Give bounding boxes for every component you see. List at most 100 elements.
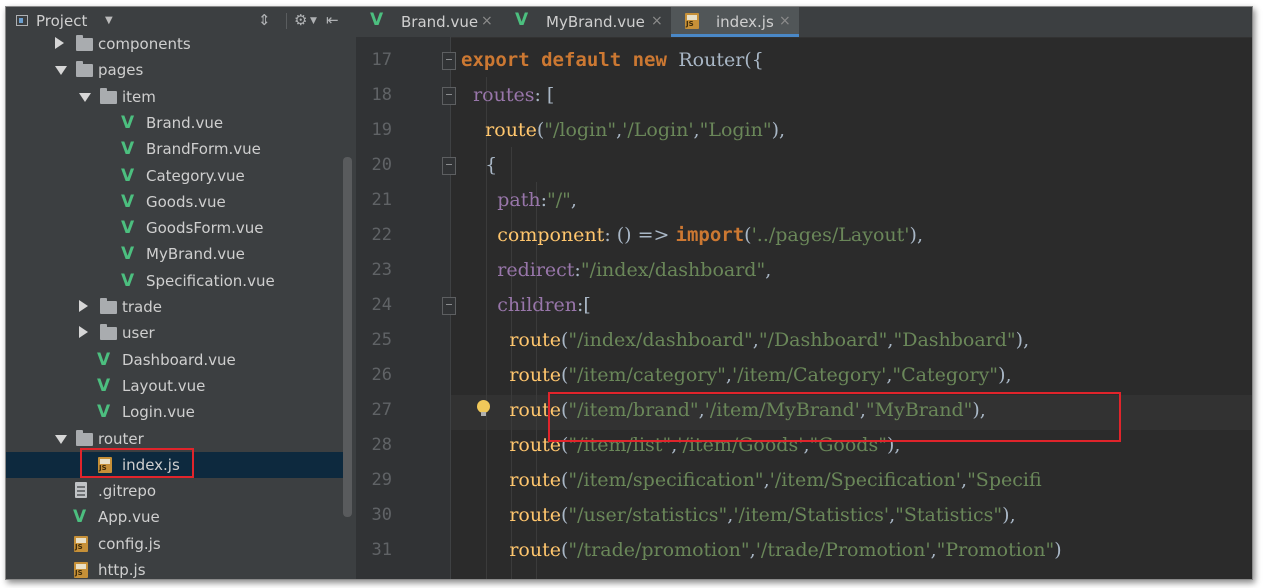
- close-icon[interactable]: ×: [481, 13, 493, 29]
- fold-marker-icon[interactable]: [442, 87, 456, 105]
- code-editor[interactable]: VBrand.vue×VMyBrand.vue×index.js× 17expo…: [356, 7, 1252, 579]
- code-token: "Dashboard": [893, 329, 1016, 351]
- file-icon: [75, 482, 87, 499]
- close-icon[interactable]: ×: [651, 13, 663, 29]
- code-token: routes: [473, 84, 535, 106]
- tree-item-label: Category.vue: [146, 166, 245, 185]
- code-line: redirect:"/index/dashboard",: [461, 253, 771, 288]
- code-token: ),: [998, 364, 1012, 386]
- collapse-all-icon[interactable]: ⇕: [258, 11, 271, 29]
- gear-dropdown-icon[interactable]: ▼: [310, 16, 317, 26]
- code-token: "Statistics": [895, 504, 1003, 526]
- fold-marker-icon[interactable]: [442, 157, 456, 175]
- code-token: "/login": [544, 119, 617, 141]
- tree-item[interactable]: http.js: [6, 557, 349, 579]
- tree-item[interactable]: V Goods.vue: [6, 189, 349, 215]
- tab-label: index.js: [716, 13, 774, 31]
- code-highlight-box: [548, 392, 1121, 442]
- vue-icon: V: [97, 375, 111, 396]
- tree-item[interactable]: V Layout.vue: [6, 373, 349, 399]
- editor-tab[interactable]: V Brand.vue ×: [356, 7, 501, 37]
- tree-item-label: BrandForm.vue: [146, 140, 261, 159]
- line-number: 17: [371, 50, 392, 70]
- fold-marker-icon[interactable]: [442, 297, 456, 315]
- collapse-arrow-icon[interactable]: [79, 300, 88, 312]
- gear-icon[interactable]: ⚙: [294, 11, 307, 29]
- tree-item[interactable]: V BrandForm.vue: [6, 136, 349, 162]
- tree-item-label: MyBrand.vue: [146, 245, 245, 264]
- collapse-arrow-icon[interactable]: [79, 326, 88, 339]
- chevron-down-icon[interactable]: ▼: [105, 15, 113, 26]
- lightbulb-icon[interactable]: [477, 400, 490, 416]
- code-line: route("/trade/promotion",'/trade/Promoti…: [461, 533, 1062, 568]
- tree-item[interactable]: V Login.vue: [6, 399, 349, 425]
- vue-icon: V: [121, 244, 135, 265]
- tree-item[interactable]: trade: [6, 294, 349, 320]
- code-token: component: [497, 224, 605, 246]
- code-token: '../pages/Layout': [751, 224, 910, 246]
- ide-window: Project ▼ ⇕ ⚙ ▼ ⇤ components pages item V Br…: [5, 6, 1253, 580]
- tree-item[interactable]: V Category.vue: [6, 163, 349, 189]
- tree-item[interactable]: item: [6, 84, 349, 110]
- code-token: "/index/dashboard": [568, 329, 753, 351]
- project-title[interactable]: Project: [36, 12, 87, 30]
- vue-icon: V: [121, 191, 135, 212]
- tree-item[interactable]: components: [6, 31, 349, 57]
- tree-item-label: http.js: [98, 561, 146, 579]
- tree-item[interactable]: V Brand.vue: [6, 110, 349, 136]
- expand-arrow-icon[interactable]: [55, 434, 67, 444]
- tree-item[interactable]: V App.vue: [6, 504, 349, 530]
- folder-icon: [100, 87, 117, 104]
- expand-arrow-icon[interactable]: [79, 92, 91, 102]
- header-divider: [286, 13, 287, 29]
- code-line: component: () => import('../pages/Layout…: [461, 218, 923, 253]
- code-line: route("/login",'/Login',"Login"),: [461, 113, 785, 148]
- code-token: path: [497, 189, 541, 211]
- line-number: 25: [371, 330, 392, 350]
- fold-marker-icon[interactable]: [442, 52, 456, 70]
- tree-item[interactable]: V GoodsForm.vue: [6, 215, 349, 241]
- code-token: "Category": [892, 364, 999, 386]
- editor-tab[interactable]: V MyBrand.vue ×: [501, 7, 671, 37]
- folder-icon: [76, 429, 93, 446]
- collapse-arrow-icon[interactable]: [55, 37, 64, 49]
- line-number: 18: [371, 85, 392, 105]
- expand-arrow-icon[interactable]: [55, 66, 67, 76]
- tree-item[interactable]: pages: [6, 57, 349, 83]
- tree-item[interactable]: config.js: [6, 531, 349, 557]
- tree-item-label: trade: [122, 298, 162, 316]
- tree-item-label: Dashboard.vue: [122, 350, 236, 369]
- tree-item[interactable]: user: [6, 320, 349, 346]
- line-number: 26: [371, 365, 392, 385]
- project-scrollbar[interactable]: [343, 157, 352, 517]
- tab-label: Brand.vue: [401, 13, 479, 31]
- code-token: '/trade/Promotion': [755, 539, 931, 561]
- code-token: "/trade/promotion": [568, 539, 750, 561]
- hide-panel-icon[interactable]: ⇤: [326, 11, 339, 29]
- line-number: 31: [371, 540, 392, 560]
- code-token: ),: [1002, 504, 1016, 526]
- editor-tab[interactable]: index.js ×: [671, 7, 799, 37]
- code-token: "/Dashboard": [758, 329, 888, 351]
- tree-item[interactable]: .gitrepo: [6, 478, 349, 504]
- tree-item-label: Goods.vue: [146, 192, 226, 211]
- code-token: {: [461, 154, 498, 176]
- code-token: route: [485, 119, 537, 141]
- code-token: '/item/Category': [731, 364, 887, 386]
- code-token: : () =>: [604, 224, 676, 246]
- tree-item[interactable]: V Dashboard.vue: [6, 347, 349, 373]
- code-token: import: [675, 224, 745, 246]
- tree-item[interactable]: V MyBrand.vue: [6, 241, 349, 267]
- code-token: '/item/Specification': [769, 469, 962, 491]
- close-icon[interactable]: ×: [779, 13, 791, 29]
- tree-item-label: components: [98, 35, 191, 53]
- code-line: route("/user/statistics",'/item/Statisti…: [461, 498, 1016, 533]
- vue-icon: V: [73, 507, 87, 528]
- tree-item[interactable]: V Specification.vue: [6, 268, 349, 294]
- code-token: ): [1054, 539, 1062, 561]
